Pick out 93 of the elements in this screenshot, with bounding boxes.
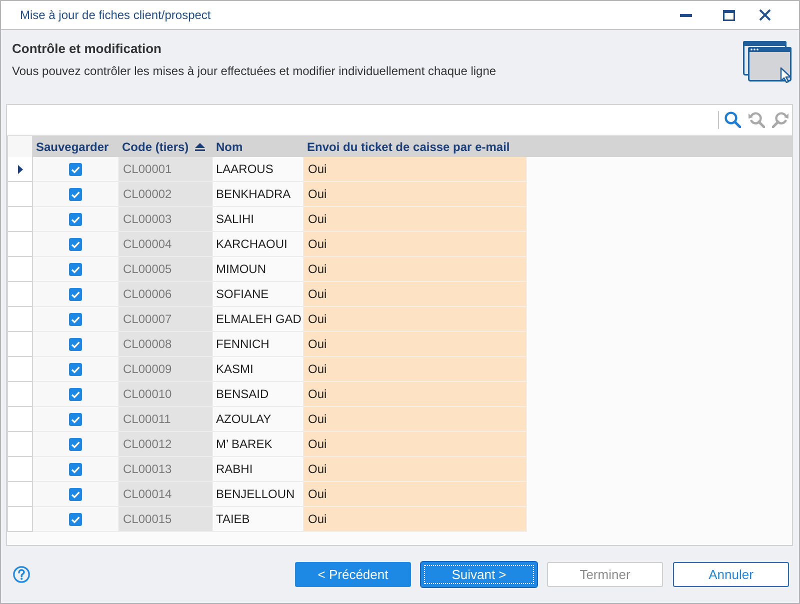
windows-pointer-icon <box>743 41 793 83</box>
table-cell: FENNICH <box>213 332 304 357</box>
checkbox[interactable] <box>69 388 82 400</box>
search-icon[interactable] <box>724 111 741 128</box>
table-cell: CL00014 <box>119 482 213 507</box>
checkbox[interactable] <box>69 262 82 276</box>
minimize-icon <box>680 14 692 16</box>
sort-ascending-icon <box>194 142 205 150</box>
wizard-button[interactable]: < Précédent <box>295 562 411 587</box>
column-header[interactable]: Sauvegarder <box>33 136 119 157</box>
checkbox[interactable] <box>69 312 82 326</box>
row-header-cell[interactable] <box>7 232 33 257</box>
row-header-cell[interactable] <box>7 307 33 332</box>
table-cell: Oui <box>304 182 527 207</box>
table-cell: KARCHAOUI <box>213 232 304 257</box>
table-cell: AZOULAY <box>213 407 304 432</box>
table-cell: Oui <box>304 357 527 382</box>
section-description: Vous pouvez contrôler les mises à jour effectuées et modifier individuellement chaque ligne <box>12 64 498 79</box>
table-cell: CL00006 <box>119 282 213 307</box>
row-header-cell[interactable] <box>7 182 33 207</box>
help-icon[interactable] <box>13 566 30 583</box>
row-header-cell[interactable] <box>7 357 33 382</box>
table-cell: Oui <box>304 507 527 532</box>
table-cell: M’ BAREK <box>213 432 304 457</box>
table-cell: CL00010 <box>119 382 213 407</box>
checkbox[interactable] <box>69 338 82 350</box>
table-cell: CL00013 <box>119 457 213 482</box>
row-header-cell[interactable] <box>7 432 33 457</box>
checkbox[interactable] <box>69 488 82 500</box>
wizard-button[interactable]: Suivant > <box>421 562 537 587</box>
checkbox[interactable] <box>69 512 82 526</box>
checkbox[interactable] <box>69 362 82 376</box>
table-cell: Oui <box>304 157 527 182</box>
table-cell: KASMI <box>213 357 304 382</box>
checkbox[interactable] <box>69 438 82 450</box>
checkbox[interactable] <box>69 238 82 250</box>
table-cell: Oui <box>304 457 527 482</box>
table-cell: ELMALEH GAD <box>213 307 304 332</box>
table-cell: LAAROUS <box>213 157 304 182</box>
table-cell: Oui <box>304 482 527 507</box>
checkbox[interactable] <box>69 212 82 226</box>
table-cell: CL00001 <box>119 157 213 182</box>
table-cell: CL00003 <box>119 207 213 232</box>
table-cell: CL00008 <box>119 332 213 357</box>
table-cell: Oui <box>304 282 527 307</box>
row-header-cell[interactable] <box>7 407 33 432</box>
window-title: Mise à jour de fiches client/prospect <box>20 7 211 24</box>
checkbox[interactable] <box>69 462 82 476</box>
close-icon <box>759 9 771 21</box>
section-title: Contrôle et modification <box>12 41 162 57</box>
table-cell: BENSAID <box>213 382 304 407</box>
row-header-cell[interactable] <box>7 332 33 357</box>
table-cell: MIMOUN <box>213 257 304 282</box>
table-cell: BENJELLOUN <box>213 482 304 507</box>
row-header-cell[interactable] <box>7 257 33 282</box>
maximize-icon <box>723 10 735 20</box>
table-cell: Oui <box>304 232 527 257</box>
table-cell: RABHI <box>213 457 304 482</box>
table-cell: CL00007 <box>119 307 213 332</box>
wizard-button[interactable]: Annuler <box>673 562 789 587</box>
table-cell: CL00002 <box>119 182 213 207</box>
row-header-cell[interactable] <box>7 157 33 182</box>
table-cell: SALIHI <box>213 207 304 232</box>
table-cell: Oui <box>304 332 527 357</box>
table-cell: CL00011 <box>119 407 213 432</box>
table-cell: Oui <box>304 257 527 282</box>
table-cell: CL00012 <box>119 432 213 457</box>
table-cell: Oui <box>304 307 527 332</box>
column-header[interactable]: Code (tiers) <box>119 136 213 157</box>
table-cell: TAIEB <box>213 507 304 532</box>
table-cell: CL00005 <box>119 257 213 282</box>
checkbox[interactable] <box>69 412 82 426</box>
row-header-cell[interactable] <box>7 282 33 307</box>
table-cell: Oui <box>304 382 527 407</box>
table-cell: SOFIANE <box>213 282 304 307</box>
table-cell: CL00004 <box>119 232 213 257</box>
row-header-cell[interactable] <box>7 507 33 532</box>
table-cell: Oui <box>304 207 527 232</box>
row-header-cell[interactable] <box>7 457 33 482</box>
row-header-cell[interactable] <box>7 207 33 232</box>
table-cell: CL00009 <box>119 357 213 382</box>
column-header[interactable]: Envoi du ticket de caisse par e-mail <box>304 136 527 157</box>
checkbox[interactable] <box>69 188 82 200</box>
table-cell: BENKHADRA <box>213 182 304 207</box>
checkbox[interactable] <box>69 288 82 300</box>
table-cell: Oui <box>304 407 527 432</box>
row-header-cell[interactable] <box>7 382 33 407</box>
row-header-cell[interactable] <box>7 482 33 507</box>
table-cell: CL00015 <box>119 507 213 532</box>
checkbox[interactable] <box>69 162 82 176</box>
current-row-icon <box>18 164 22 174</box>
table-cell: Oui <box>304 432 527 457</box>
column-header[interactable]: Nom <box>213 136 304 157</box>
